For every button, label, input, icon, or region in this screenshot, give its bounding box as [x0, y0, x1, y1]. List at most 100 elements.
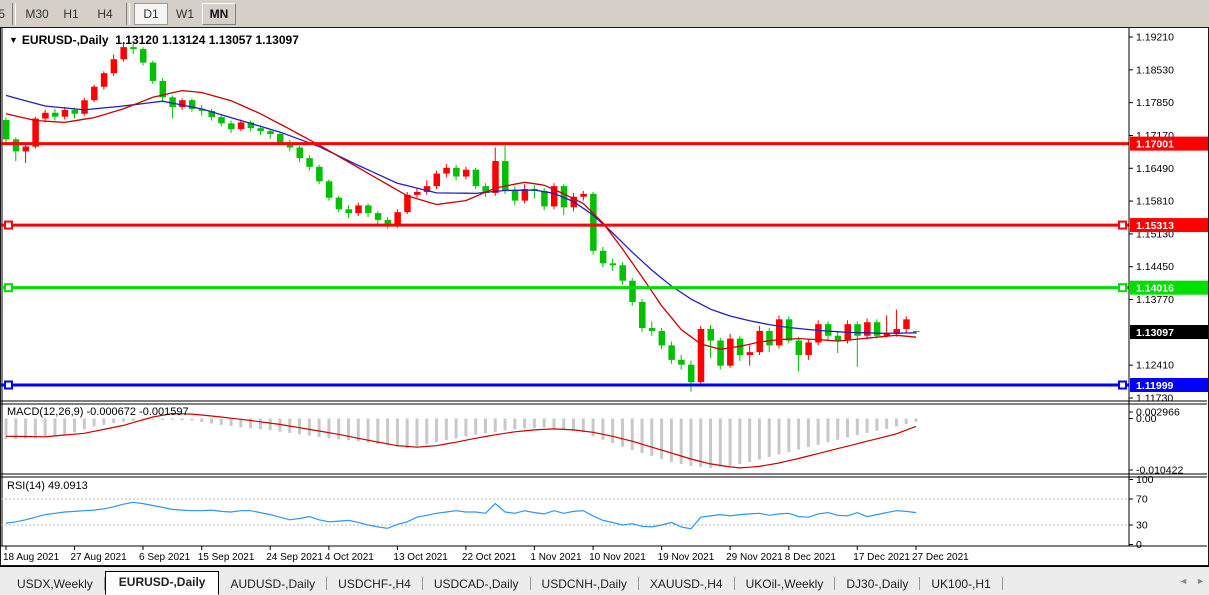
macd-histogram-bar: [258, 418, 262, 430]
chart-tab-usdcad-daily[interactable]: USDCAD-,Daily: [423, 574, 530, 595]
date-axis-label: 17 Dec 2021: [853, 552, 910, 563]
macd-histogram-bar: [846, 418, 850, 438]
candle-body: [276, 134, 284, 143]
timeframe-button-5[interactable]: 5: [0, 3, 8, 25]
candle-body: [824, 324, 832, 336]
chart-tab-usdchf-h4[interactable]: USDCHF-,H4: [327, 574, 422, 595]
candle-body: [805, 342, 812, 356]
price-axis-label: 1.15810: [1136, 196, 1174, 208]
candle-body: [834, 335, 842, 341]
macd-histogram-bar: [855, 418, 859, 436]
macd-histogram-bar: [151, 418, 155, 420]
candle-body: [139, 49, 147, 63]
tab-separator: [1001, 577, 1003, 590]
date-axis-label: 19 Nov 2021: [658, 552, 715, 563]
candle-body: [120, 47, 127, 60]
macd-histogram-bar: [219, 418, 223, 425]
price-axis-label: 1.19210: [1136, 32, 1174, 44]
candle-body: [325, 181, 333, 198]
candle-body: [727, 338, 734, 366]
macd-histogram-bar: [53, 418, 57, 437]
price-axis-label: 1.14450: [1136, 261, 1174, 273]
line-handle-marker[interactable]: [4, 380, 13, 390]
macd-axis-label: 0.00: [1136, 413, 1157, 425]
chart-tab-dj30-daily[interactable]: DJ30-,Daily: [835, 574, 919, 595]
macd-histogram-bar: [552, 418, 556, 429]
candle-body: [707, 328, 715, 341]
date-axis-label: 27 Aug 2021: [70, 552, 127, 563]
tab-scroll-right-icon[interactable]: ►: [1196, 576, 1205, 586]
macd-histogram-bar: [503, 418, 507, 431]
date-axis-label: 18 Aug 2021: [3, 552, 60, 563]
chart-tabbar: USDX,Weekly EURUSD-,Daily AUDUSD-,Daily USD…: [0, 566, 1209, 595]
candle-body: [678, 359, 685, 365]
macd-histogram-bar: [650, 418, 654, 457]
candle-body: [648, 328, 656, 331]
chart-tab-uk100-h1[interactable]: UK100-,H1: [920, 574, 1001, 595]
timeframe-button-w1[interactable]: W1: [168, 3, 202, 25]
chart-tab-eurusd-daily[interactable]: EURUSD-,Daily: [104, 571, 220, 595]
macd-histogram-bar: [72, 418, 76, 433]
macd-histogram-bar: [435, 418, 439, 443]
chart-tab-audusd-daily[interactable]: AUDUSD-,Daily: [219, 574, 326, 595]
chart-tab-usdx-weekly[interactable]: USDX,Weekly: [6, 574, 104, 595]
level-badge: 1.17001: [1136, 139, 1174, 151]
macd-histogram-bar: [767, 418, 771, 458]
macd-histogram-bar: [337, 418, 341, 440]
timeframe-button-mn[interactable]: MN: [202, 2, 236, 25]
chart-tab-usdcnh-daily[interactable]: USDCNH-,Daily: [531, 574, 638, 595]
date-axis-label: 10 Nov 2021: [589, 552, 646, 563]
macd-histogram-bar: [640, 418, 644, 454]
line-handle-marker[interactable]: [4, 220, 13, 230]
candle-body: [629, 280, 636, 302]
candle-body: [453, 167, 460, 177]
macd-histogram-bar: [464, 418, 468, 437]
candle-body: [61, 109, 69, 117]
macd-histogram-bar: [190, 418, 194, 421]
candle-body: [913, 330, 920, 333]
line-handle-marker[interactable]: [1118, 380, 1127, 390]
timeframe-button-d1[interactable]: D1: [134, 2, 168, 25]
macd-histogram-bar: [757, 418, 761, 460]
candle-body: [355, 205, 362, 214]
timeframe-button-m30[interactable]: M30: [20, 3, 54, 25]
date-axis-label: 6 Sep 2021: [139, 552, 191, 563]
toolbar-separator: [12, 2, 16, 25]
chart-canvas[interactable]: 1.192101.185301.178501.171701.164901.158…: [1, 28, 1208, 565]
candle-body: [903, 319, 910, 329]
price-axis-label: 1.12410: [1136, 360, 1174, 372]
macd-histogram-bar: [493, 418, 497, 432]
chart-tab-ukoil-weekly[interactable]: UKOil-,Weekly: [735, 574, 835, 595]
macd-histogram-bar: [415, 418, 419, 447]
level-badge: 1.15313: [1136, 220, 1174, 232]
macd-histogram-bar: [542, 418, 546, 428]
timeframe-button-h1[interactable]: H1: [54, 3, 88, 25]
candle-body: [658, 330, 666, 346]
macd-histogram-bar: [82, 418, 86, 430]
candle-body: [12, 139, 20, 152]
line-handle-marker[interactable]: [1118, 283, 1127, 293]
date-axis-label: 29 Nov 2021: [726, 552, 783, 563]
macd-histogram-bar: [131, 418, 135, 421]
macd-histogram-bar: [620, 418, 624, 447]
chart-ohlc-header: ▼ EURUSD-,Daily 1.13120 1.13124 1.13057 1…: [9, 33, 299, 47]
candle-body: [511, 189, 519, 201]
candle-body: [296, 147, 304, 159]
candle-body: [228, 123, 235, 130]
macd-histogram-bar: [317, 418, 321, 437]
timeframe-button-h4[interactable]: H4: [88, 3, 122, 25]
macd-histogram-bar: [572, 418, 576, 431]
candle-body: [639, 301, 646, 329]
macd-histogram-bar: [611, 418, 615, 444]
candle-body: [316, 166, 323, 182]
level-badge: 1.11999: [1136, 380, 1174, 392]
chart-tab-xauusd-h4[interactable]: XAUUSD-,H4: [639, 574, 734, 595]
macd-histogram-bar: [121, 418, 125, 422]
ohlc-open: 1.13120: [115, 33, 159, 47]
line-handle-marker[interactable]: [4, 283, 13, 293]
macd-histogram-bar: [63, 418, 67, 436]
line-handle-marker[interactable]: [1118, 220, 1127, 230]
macd-histogram-bar: [209, 418, 213, 424]
tab-scroll-left-icon[interactable]: ◄: [1179, 576, 1188, 586]
candle-body: [218, 117, 225, 124]
